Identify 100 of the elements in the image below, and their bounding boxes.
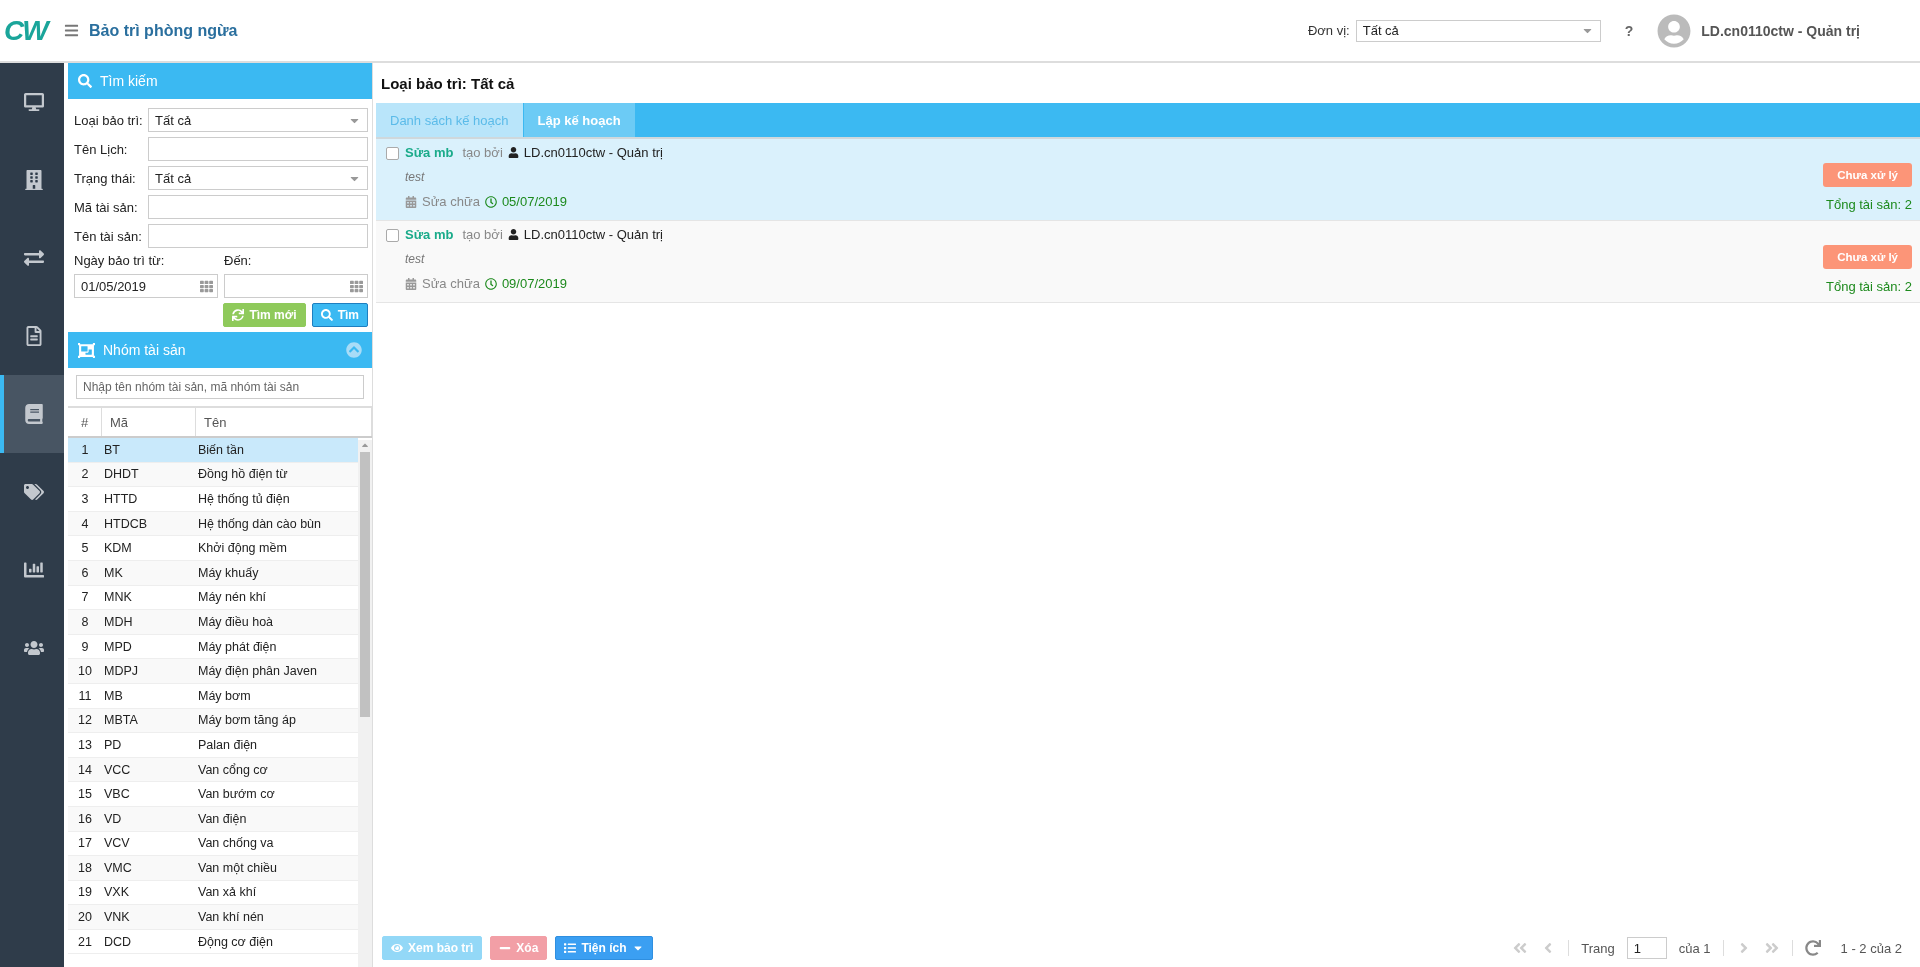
input-field[interactable]	[148, 195, 368, 219]
table-row[interactable]: 8 MDH Máy điều hoà	[68, 610, 358, 635]
list-icon	[564, 942, 577, 954]
table-cell-text: Van chống va	[197, 835, 275, 853]
table-row[interactable]: 2 DHDT Đồng hồ điện từ	[68, 462, 358, 488]
table-cell-text: 6	[80, 564, 90, 582]
date-field[interactable]: 01/05/2019	[74, 274, 218, 298]
table-cell-text: 16	[77, 810, 93, 828]
first-page-icon[interactable]	[1512, 940, 1529, 956]
created-by-label: tạo bởi	[462, 227, 503, 242]
page-heading: Loại bảo trì: Tất cả	[380, 73, 516, 94]
date-field[interactable]	[224, 274, 368, 298]
calendar-icon[interactable]	[200, 279, 213, 293]
app-title: Bảo trì phòng ngừa	[89, 21, 238, 40]
table-cell-text: 9	[80, 638, 90, 656]
table-row[interactable]: 16 VD Van điện	[68, 806, 358, 832]
collapse-icon[interactable]	[346, 342, 362, 358]
logo: CW	[4, 14, 64, 47]
select-field[interactable]: Tất cả	[148, 108, 368, 132]
table-cell-text: 18	[77, 859, 93, 877]
table-cell-text: 12	[77, 712, 93, 730]
table-cell-text: VCC	[103, 761, 132, 779]
field-label: Tên tài sản:	[74, 228, 143, 244]
plan-card[interactable]: Sửa mb tạo bởi LD.cn0110ctw - Quản trị test Sửa chữa 09/07/2019 Chưa xử lý Tổng tài sản: 2	[376, 221, 1920, 303]
table-cell-text: Máy điều hoà	[197, 613, 275, 631]
asset-total: Tổng tài sản: 2	[1826, 279, 1912, 294]
plan-date: 05/07/2019	[501, 194, 567, 209]
scrollbar[interactable]	[358, 440, 372, 967]
table-row[interactable]: 14 VCC Van cổng cơ	[68, 757, 358, 783]
table-cell-text: Van cổng cơ	[197, 761, 269, 779]
table-row[interactable]: 18 VMC Van một chiều	[68, 856, 358, 881]
table-cell-text: 11	[77, 687, 93, 705]
table-cell-text: DCD	[103, 933, 133, 951]
table-cell-text: Đồng hồ điện từ	[197, 466, 289, 484]
user-icon	[507, 147, 519, 158]
page-count: của 1	[1678, 940, 1711, 956]
table-cell-text: VXK	[103, 884, 130, 902]
plan-date: 09/07/2019	[501, 276, 567, 291]
table-cell-text: 13	[77, 736, 93, 754]
table-cell-text: 10	[77, 663, 93, 681]
table-cell-text: Van bướm cơ	[197, 786, 276, 804]
bar-chart-icon	[24, 560, 44, 580]
checkbox[interactable]	[386, 229, 399, 242]
monitor-icon	[24, 92, 44, 112]
group-search-field[interactable]: Nhập tên nhóm tài sản, mã nhóm tài sản	[76, 375, 364, 399]
search-icon	[78, 74, 92, 88]
calendar-icon	[405, 277, 417, 290]
table-row[interactable]: 1 BT Biến tần	[68, 438, 358, 463]
table-cell-text: 1	[80, 441, 90, 459]
table-cell-text: Biến tần	[197, 441, 245, 459]
unit-select[interactable]: Tất cả	[1355, 19, 1601, 42]
table-cell-text: MDPJ	[103, 663, 140, 681]
table-cell-text: 15	[77, 786, 93, 804]
table-row[interactable]: 12 MBTA Máy bơm tăng áp	[68, 708, 358, 734]
table-cell-text: Hệ thống tủ điện	[197, 491, 291, 508]
calendar-icon[interactable]	[350, 279, 363, 293]
table-cell-text: Hệ thống dàn cào bùn	[197, 515, 323, 533]
table-cell-text: Van điện	[197, 810, 248, 828]
book-icon	[24, 404, 44, 424]
page-input[interactable]: 1	[1626, 937, 1667, 959]
tags-icon	[24, 482, 44, 502]
table-row[interactable]: 10 MDPJ Máy điện phân Javen	[68, 659, 358, 684]
table-cell-text: DHDT	[103, 466, 140, 484]
column-header: Tên	[196, 408, 372, 436]
plan-card[interactable]: Sửa mb tạo bởi LD.cn0110ctw - Quản trị test Sửa chữa 05/07/2019 Chưa xử lý Tổng tài sản: 2	[376, 139, 1920, 221]
menu-icon[interactable]	[64, 23, 79, 38]
field-label: Tên Lịch:	[74, 141, 129, 157]
input-field[interactable]	[148, 224, 368, 248]
table-row[interactable]: 4 HTDCB Hệ thống dàn cào bùn	[68, 511, 358, 537]
table-cell-text: 19	[77, 884, 93, 902]
checkbox[interactable]	[386, 147, 399, 160]
plan-note: test	[405, 170, 425, 184]
calendar-icon	[405, 195, 417, 208]
table-cell-text: VD	[103, 810, 123, 828]
user-icon	[507, 229, 519, 240]
sidebar-item[interactable]	[0, 375, 64, 453]
table-cell-text: BT	[103, 441, 121, 459]
select-field[interactable]: Tất cả	[148, 166, 368, 190]
help-link[interactable]: ?	[1624, 22, 1634, 39]
refresh-icon[interactable]	[1804, 940, 1821, 956]
panel-title: Nhóm tài sản	[103, 342, 187, 358]
users-icon	[24, 638, 44, 658]
table-cell-text: Khởi động mềm	[197, 540, 288, 558]
table-cell-text: 14	[77, 761, 93, 779]
table-cell-text: MK	[103, 564, 124, 582]
table-cell-text: 5	[80, 540, 90, 558]
last-page-icon[interactable]	[1763, 940, 1780, 956]
table-cell-text: 8	[80, 613, 90, 631]
table-cell-text: 7	[80, 589, 90, 607]
creator-name: LD.cn0110ctw - Quản trị	[523, 145, 663, 160]
input-field[interactable]	[148, 137, 368, 161]
field-label: Loại bảo trì:	[74, 112, 144, 128]
clock-icon	[484, 195, 497, 208]
table-cell-text: Máy bơm	[197, 687, 252, 705]
user-name[interactable]: LD.cn0110ctw - Quản trị	[1701, 22, 1860, 39]
field-label: Đến:	[224, 253, 253, 268]
table-row[interactable]: 6 MK Máy khuấy	[68, 560, 358, 586]
table-cell-text: Máy điện phân Javen	[197, 663, 318, 681]
table-cell-text: 4	[80, 515, 90, 533]
table-row[interactable]: 20 VNK Van khí nén	[68, 905, 358, 930]
